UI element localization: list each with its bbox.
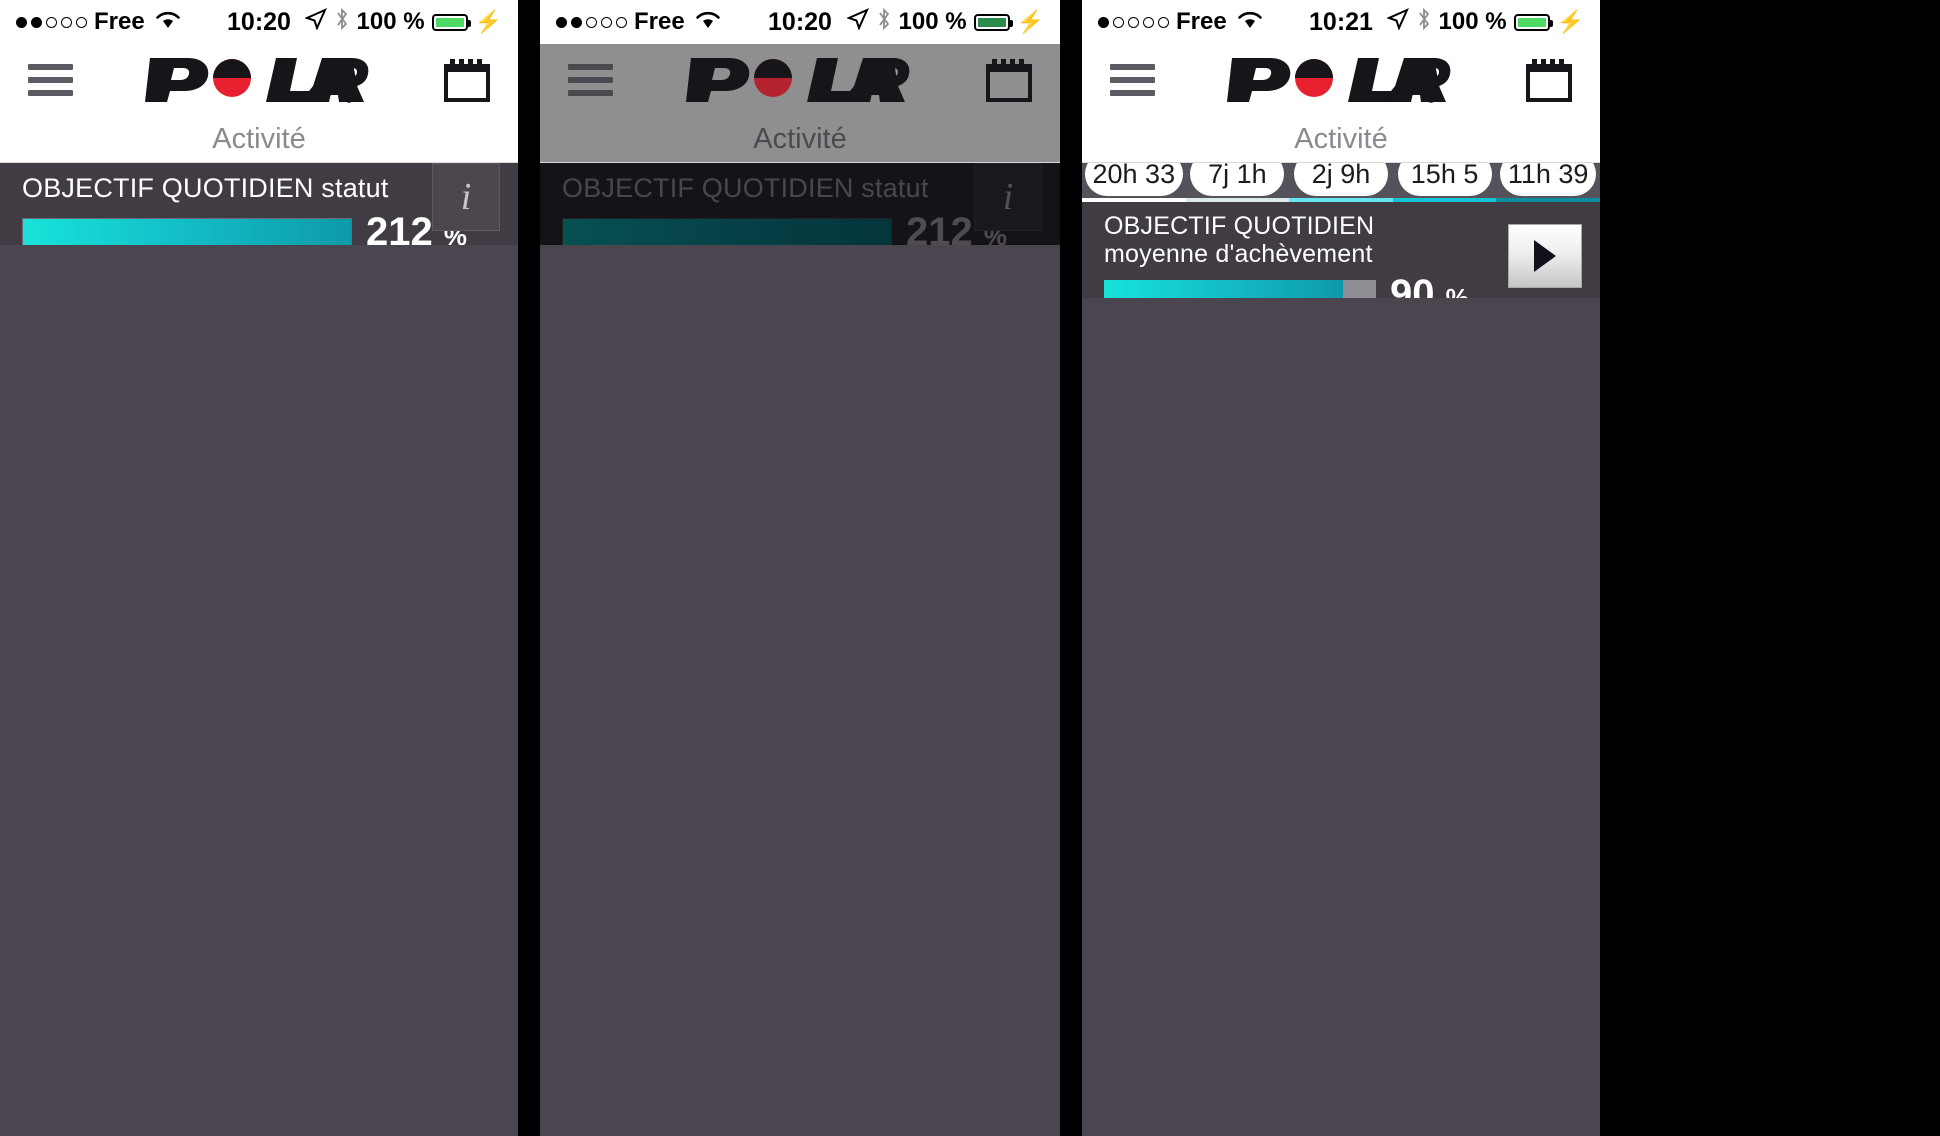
battery-icon (1513, 13, 1553, 31)
screen-goal-info-modal: Free 10:20 100 % ⚡ Activité OBJECTIF QUO… (540, 0, 1060, 1136)
goal-progress-bar (562, 217, 892, 245)
screen-monthly-activity: Free 10:21 100 % ⚡ Activité 20h 33 7j 1h… (1082, 0, 1600, 1136)
activity-value: 15h 5 (1397, 163, 1492, 196)
goal-label-line1: OBJECTIF QUOTIDIEN (1104, 212, 1375, 240)
hamburger-menu-icon[interactable] (568, 64, 613, 96)
goal-footer-1: OBJECTIF QUOTIDIEN statut 212 % i (0, 163, 518, 245)
screen-divider-1 (518, 0, 540, 1136)
location-arrow-icon (845, 7, 869, 37)
status-bar-3: Free 10:21 100 % ⚡ (1082, 0, 1600, 44)
polar-logo (0, 54, 518, 106)
lightning-bolt-icon: ⚡ (1556, 9, 1584, 34)
main-content-1: JEU. 3 DÉC. (0, 163, 518, 245)
goal-progress-bar (22, 217, 352, 245)
location-arrow-icon (303, 7, 327, 37)
status-bar-2: Free 10:20 100 % ⚡ (540, 0, 1060, 44)
goal-percent: 90 % (1390, 272, 1469, 298)
play-icon[interactable] (1508, 224, 1582, 288)
activity-cell-sleeping[interactable]: 20h 33 (1082, 163, 1186, 202)
goal-footer-2: OBJECTIF QUOTIDIEN statut 212 % i (540, 163, 1060, 245)
activity-cell-walking[interactable]: 15h 5 (1393, 163, 1497, 202)
subnav-title-3: Activité (1082, 116, 1600, 163)
screen-divider-2 (1060, 0, 1082, 1136)
goal-label: OBJECTIF QUOTIDIEN statut (562, 173, 929, 203)
activity-value: 2j 9h (1293, 163, 1388, 196)
goal-label-line2: moyenne d'achèvement (1104, 240, 1373, 268)
battery-icon (431, 13, 471, 31)
activity-cell-standing[interactable]: 2j 9h (1289, 163, 1393, 202)
battery-percent: 100 % (356, 8, 425, 35)
subnav-title-1: Activité (0, 116, 518, 163)
bluetooth-icon (876, 7, 892, 38)
activity-cell-running[interactable]: 11h 39 (1496, 163, 1600, 202)
goal-label: OBJECTIF QUOTIDIEN statut (22, 173, 389, 203)
screen-daily-activity: Free 10:20 100 % ⚡ Activité OBJECTIF QUO… (0, 0, 518, 1136)
activity-value: 7j 1h (1190, 163, 1285, 196)
goal-progress-bar (1104, 279, 1344, 298)
status-right-3: 100 % ⚡ (1385, 7, 1584, 38)
nav-bar-2 (540, 44, 1060, 116)
info-icon[interactable]: i (432, 163, 500, 231)
polar-logo (540, 54, 1060, 106)
goal-row: 212 % (22, 210, 496, 245)
status-right-1: 100 % ⚡ (303, 7, 502, 38)
status-right-2: 100 % ⚡ (845, 7, 1044, 38)
calendar-icon[interactable] (444, 58, 490, 102)
status-bar-1: Free 10:20 100 % ⚡ (0, 0, 518, 44)
goal-footer-3: OBJECTIF QUOTIDIEN moyenne d'achèvement … (1082, 202, 1600, 298)
calendar-icon[interactable] (986, 58, 1032, 102)
three-phone-screenshots: Free 10:20 100 % ⚡ Activité OBJECTIF QUO… (0, 0, 1940, 1136)
bluetooth-icon (334, 7, 350, 38)
location-arrow-icon (1385, 7, 1409, 37)
battery-percent: 100 % (1438, 8, 1507, 35)
goal-row: 90 % (1104, 272, 1578, 298)
lightning-bolt-icon: ⚡ (1016, 9, 1044, 34)
subnav-title-2: Activité (540, 116, 1060, 163)
battery-icon (973, 13, 1013, 31)
lightning-bolt-icon: ⚡ (474, 9, 502, 34)
main-content-3: NOVEMBRE 2015 TEMPS D'ACTIVITÉ (h) 22 18… (1082, 163, 1600, 298)
activity-strip-3: 20h 33 7j 1h 2j 9h 15h 5 11h 39 (1082, 163, 1600, 202)
nav-bar-3 (1082, 44, 1600, 116)
activity-value: 20h 33 (1084, 163, 1184, 196)
hamburger-menu-icon[interactable] (28, 64, 73, 96)
hamburger-menu-icon[interactable] (1110, 64, 1155, 96)
activity-value: 11h 39 (1499, 163, 1597, 196)
calendar-icon[interactable] (1526, 58, 1572, 102)
main-content-2: 1 min 7h 11 2h 17 (540, 163, 1060, 245)
battery-percent: 100 % (898, 8, 967, 35)
polar-logo (1082, 54, 1600, 106)
goal-row: 212 % (562, 210, 1038, 245)
goal-progress-track (1104, 279, 1376, 298)
bluetooth-icon (1416, 7, 1432, 38)
activity-cell-sitting[interactable]: 7j 1h (1186, 163, 1290, 202)
nav-bar-1 (0, 44, 518, 116)
info-icon[interactable]: i (974, 163, 1042, 231)
